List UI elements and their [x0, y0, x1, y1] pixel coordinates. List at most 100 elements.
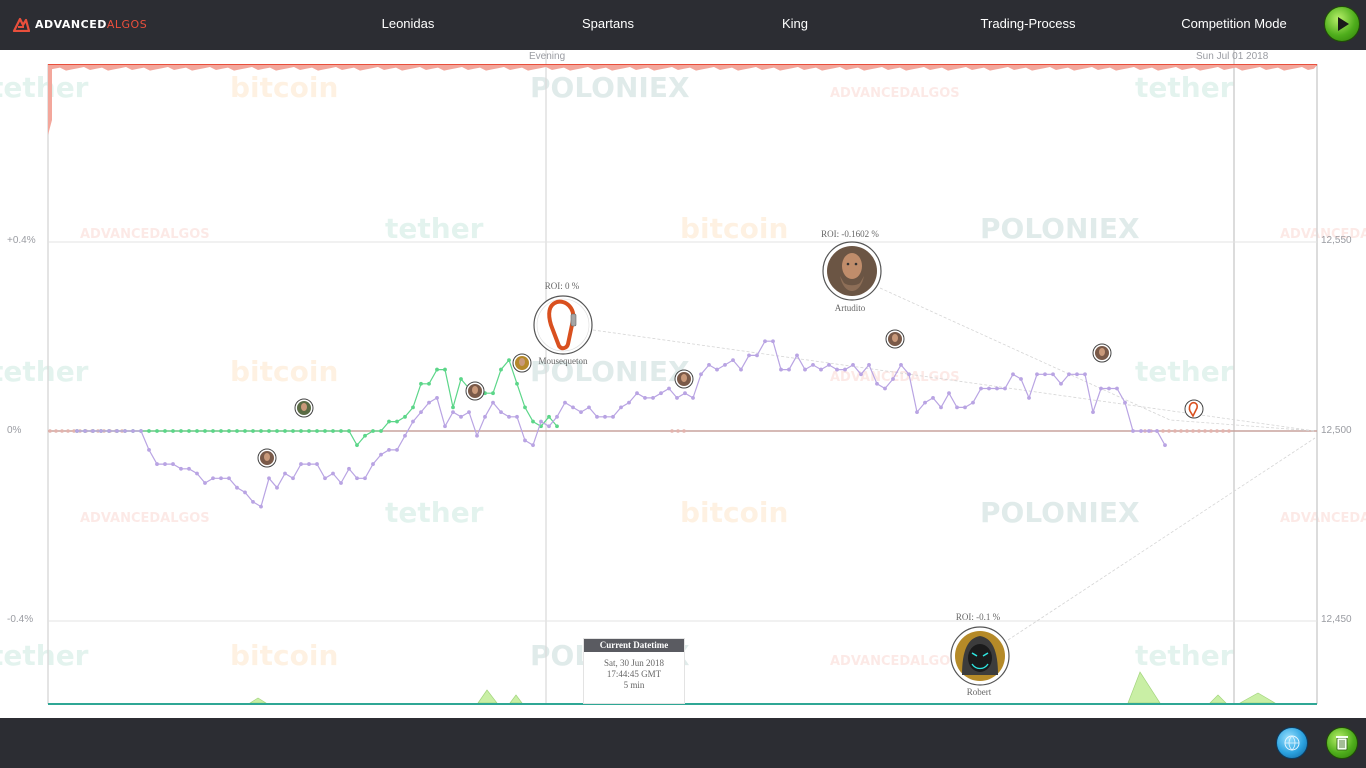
- series-point: [139, 429, 143, 433]
- current-interval: 5 min: [623, 680, 645, 690]
- series-point: [803, 367, 807, 372]
- series-point: [987, 386, 991, 391]
- series-point: [115, 429, 119, 433]
- series-point: [171, 462, 175, 466]
- bottom-toolbar: [0, 718, 1366, 768]
- series-point: [683, 391, 687, 396]
- series-point: [491, 400, 495, 405]
- series-point: [355, 476, 359, 481]
- series-point: [299, 462, 303, 466]
- trash-icon: [1336, 736, 1348, 751]
- nav-leonidas[interactable]: Leonidas: [382, 16, 435, 31]
- watermark-text: bitcoin: [230, 355, 338, 388]
- series-point: [259, 504, 263, 509]
- series-point: [579, 410, 583, 414]
- series-point: [571, 405, 575, 410]
- advanced-algos-logo[interactable]: ADVANCEDALGOS: [12, 14, 147, 34]
- baseline-dot: [670, 429, 674, 433]
- globe-button[interactable]: [1276, 727, 1308, 759]
- series-point: [307, 429, 311, 433]
- series-point: [1067, 372, 1071, 377]
- series-point: [371, 429, 375, 433]
- nav-competition-mode[interactable]: Competition Mode: [1181, 16, 1287, 31]
- series-point: [515, 414, 519, 419]
- series-point: [339, 481, 343, 485]
- series-point: [891, 377, 895, 381]
- logo-text-advanced: ADVANCED: [35, 17, 107, 31]
- series-point: [1027, 396, 1031, 400]
- artudito-avatar[interactable]: [822, 241, 882, 301]
- watermark-text: ADVANCEDALGOS: [1280, 511, 1366, 526]
- series-point: [267, 429, 271, 433]
- series-point: [235, 429, 239, 433]
- series-point: [187, 429, 191, 433]
- nav-king[interactable]: King: [782, 16, 808, 31]
- series-point: [603, 414, 607, 419]
- chart-area[interactable]: tether bitcoin POLONIEX ADVANCEDALGOS tether…: [0, 50, 1366, 718]
- series-point: [843, 367, 847, 372]
- watermark-text: POLONIEX: [980, 212, 1140, 245]
- series-point: [323, 476, 327, 481]
- play-button[interactable]: [1324, 6, 1360, 42]
- series-point: [787, 367, 791, 372]
- series-point: [411, 405, 415, 410]
- series-point: [171, 429, 175, 433]
- delete-button[interactable]: [1326, 727, 1358, 759]
- series-point: [395, 448, 399, 452]
- series-point: [1123, 400, 1127, 405]
- series-point: [563, 400, 567, 405]
- series-point: [387, 448, 391, 452]
- series-point: [259, 429, 263, 433]
- series-point: [795, 353, 799, 358]
- watermark-text: POLONIEX: [980, 496, 1140, 529]
- series-point: [211, 429, 215, 433]
- right-axis-tick: 12,450: [1321, 614, 1352, 625]
- series-point: [851, 362, 855, 367]
- series-point: [155, 429, 159, 433]
- series-point: [755, 353, 759, 358]
- robert-avatar[interactable]: [950, 626, 1010, 686]
- baseline-dot: [1209, 429, 1213, 433]
- series-point: [355, 443, 359, 448]
- series-point: [979, 386, 983, 391]
- watermark-text: tether: [0, 639, 89, 672]
- watermark-text: ADVANCEDALGOS: [80, 511, 210, 526]
- series-point: [315, 462, 319, 466]
- connector-robert: [1007, 437, 1316, 641]
- series-point: [1163, 443, 1167, 448]
- baseline-dot: [1167, 429, 1171, 433]
- series-point: [931, 396, 935, 400]
- series-point: [459, 377, 463, 381]
- series-point: [507, 358, 511, 363]
- series-point: [275, 485, 279, 490]
- series-point: [915, 410, 919, 414]
- series-point: [1059, 381, 1063, 386]
- date-label: Sun Jul 01 2018: [1196, 51, 1269, 62]
- nav-spartans[interactable]: Spartans: [582, 16, 634, 31]
- series-point: [283, 471, 287, 476]
- mousequeton-name: Mousequeton: [538, 356, 588, 366]
- chart-canvas[interactable]: tether bitcoin POLONIEX ADVANCEDALGOS tether…: [0, 50, 1366, 718]
- series-point: [315, 429, 319, 433]
- series-point: [883, 386, 887, 391]
- series-point: [499, 367, 503, 372]
- series-point: [635, 391, 639, 396]
- small-bot-avatar: [512, 353, 532, 373]
- current-date: Sat, 30 Jun 2018: [603, 658, 664, 668]
- series-point: [1043, 372, 1047, 377]
- nav-trading-process[interactable]: Trading-Process: [981, 16, 1076, 31]
- series-point: [291, 429, 295, 433]
- series-point: [147, 448, 151, 452]
- series-point: [123, 429, 127, 433]
- series-point: [251, 429, 255, 433]
- baseline-dot: [1227, 429, 1231, 433]
- small-bot-avatar: [674, 369, 694, 389]
- series-point: [643, 396, 647, 400]
- mousequeton-avatar[interactable]: [533, 295, 593, 355]
- series-point: [403, 414, 407, 419]
- series-point: [867, 362, 871, 367]
- hooded-mask-avatar-icon: [968, 644, 992, 672]
- series-point: [419, 381, 423, 386]
- series-point: [1155, 429, 1159, 433]
- left-axis-tick: 0%: [7, 425, 22, 436]
